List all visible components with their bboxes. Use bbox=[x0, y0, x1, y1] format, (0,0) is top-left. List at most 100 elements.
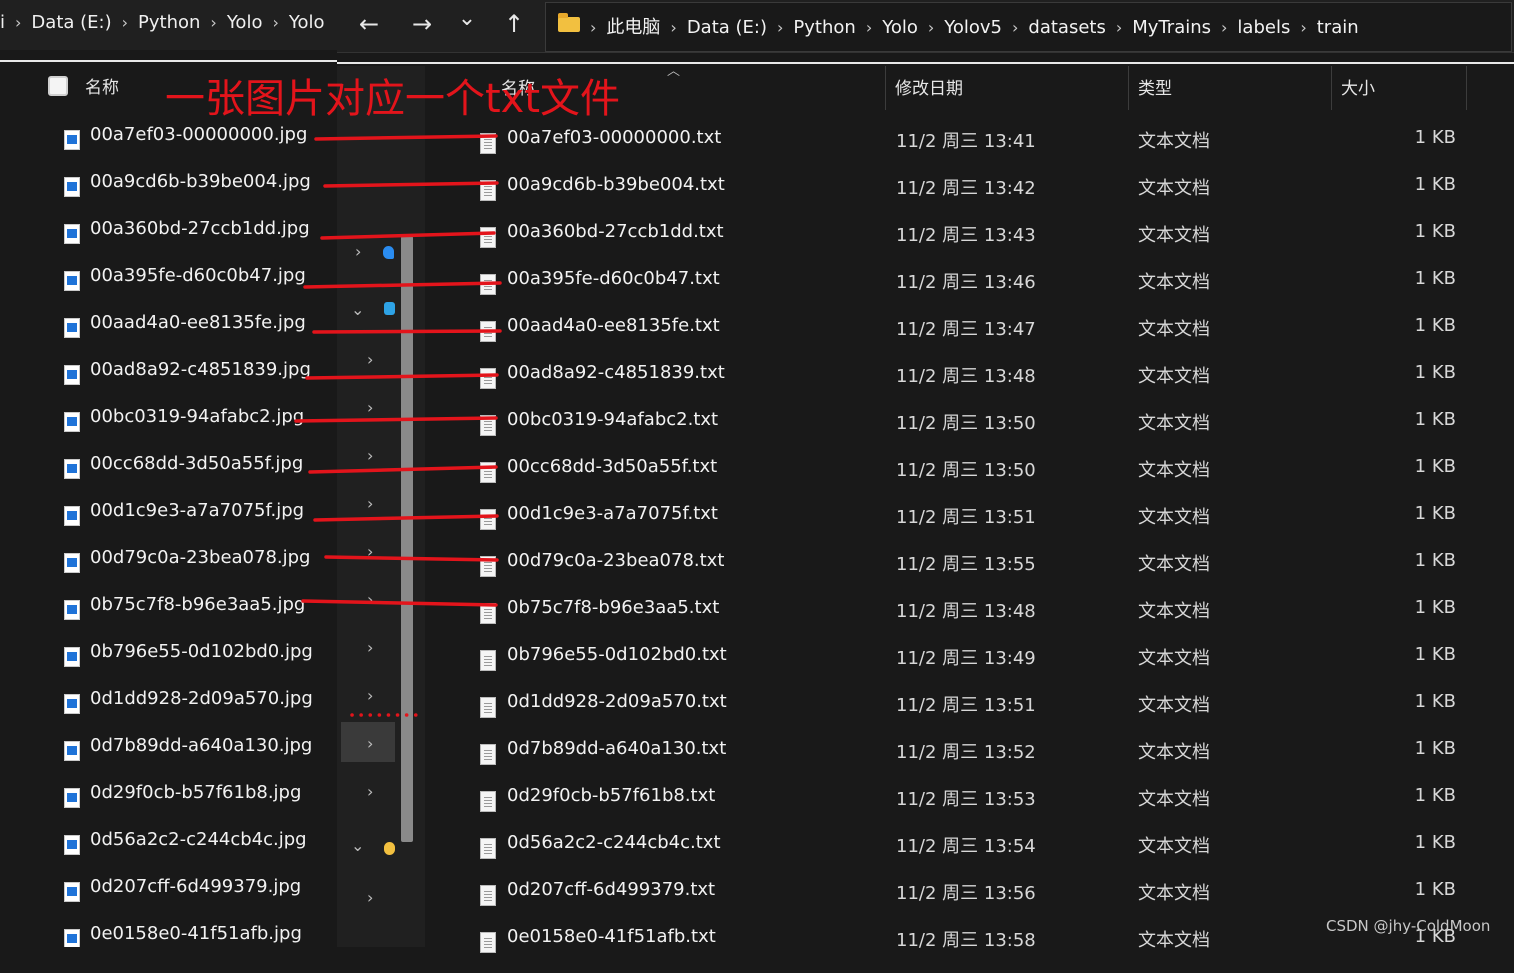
table-row[interactable]: 0d7b89dd-a640a130.txt 11/2 周三 13:52 文本文档 1 … bbox=[426, 738, 1514, 785]
cell-date: 11/2 周三 13:51 bbox=[896, 695, 1036, 716]
column-divider[interactable] bbox=[1466, 66, 1467, 110]
list-item[interactable]: 0b796e55-0d102bd0.jpg bbox=[62, 641, 337, 688]
chevron-down-icon[interactable]: ⌄ bbox=[351, 836, 364, 855]
list-item[interactable]: 0d207cff-6d499379.jpg bbox=[62, 876, 337, 923]
left-crumb[interactable]: Python bbox=[138, 12, 200, 33]
cell-name: 00d1c9e3-a7a7075f.txt bbox=[507, 503, 718, 524]
text-file-icon bbox=[480, 180, 496, 201]
chevron-right-icon[interactable]: › bbox=[367, 494, 373, 513]
chevron-right-icon[interactable]: › bbox=[367, 398, 373, 417]
file-name: 00bc0319-94afabc2.jpg bbox=[90, 406, 305, 427]
list-item[interactable]: 0d56a2c2-c244cb4c.jpg bbox=[62, 829, 337, 876]
chevron-right-icon: › bbox=[865, 18, 873, 37]
left-crumb[interactable]: Yolo bbox=[289, 12, 325, 33]
crumb-yolov5[interactable]: Yolov5 bbox=[944, 17, 1002, 38]
left-crumb[interactable]: i bbox=[0, 12, 5, 33]
table-row[interactable]: 00a7ef03-00000000.txt 11/2 周三 13:41 文本文档 1 … bbox=[426, 127, 1514, 174]
cell-type: 文本文档 bbox=[1138, 883, 1210, 904]
chevron-right-icon[interactable]: › bbox=[367, 888, 373, 907]
left-address-bar[interactable]: i › Data (E:) › Python › Yolo › Yolo bbox=[0, 0, 337, 50]
table-row[interactable]: 00d79c0a-23bea078.txt 11/2 周三 13:55 文本文档 1 … bbox=[426, 550, 1514, 597]
column-header-size[interactable]: 大小 bbox=[1341, 74, 1375, 99]
select-all-checkbox[interactable] bbox=[48, 76, 68, 96]
left-crumb[interactable]: Data (E:) bbox=[31, 12, 111, 33]
table-row[interactable]: 0b796e55-0d102bd0.txt 11/2 周三 13:49 文本文档 1 … bbox=[426, 644, 1514, 691]
list-item[interactable]: 00d79c0a-23bea078.jpg bbox=[62, 547, 337, 594]
forward-button[interactable]: → bbox=[408, 10, 436, 38]
table-row[interactable]: 00a9cd6b-b39be004.txt 11/2 周三 13:42 文本文档 1 … bbox=[426, 174, 1514, 221]
cell-name: 00aad4a0-ee8135fe.txt bbox=[507, 315, 720, 336]
table-row[interactable]: 00a395fe-d60c0b47.txt 11/2 周三 13:46 文本文档 1 … bbox=[426, 268, 1514, 315]
list-item[interactable]: 0e0158e0-41f51afb.jpg bbox=[62, 923, 337, 947]
left-crumb[interactable]: Yolo bbox=[227, 12, 263, 33]
file-name: 00a7ef03-00000000.jpg bbox=[90, 124, 308, 145]
crumb-python[interactable]: Python bbox=[793, 17, 855, 38]
file-name: 0d207cff-6d499379.jpg bbox=[90, 876, 302, 897]
chevron-right-icon[interactable]: › bbox=[367, 782, 373, 801]
chevron-right-icon[interactable]: › bbox=[355, 242, 361, 261]
chevron-right-icon: › bbox=[272, 13, 279, 32]
column-divider[interactable] bbox=[1128, 66, 1129, 110]
chevron-right-icon[interactable]: › bbox=[367, 350, 373, 369]
image-file-icon bbox=[64, 130, 80, 150]
table-row[interactable]: 0d56a2c2-c244cb4c.txt 11/2 周三 13:54 文本文档 1 … bbox=[426, 832, 1514, 879]
crumb-datasets[interactable]: datasets bbox=[1028, 17, 1105, 38]
chevron-right-icon[interactable]: › bbox=[367, 638, 373, 657]
recent-locations-button[interactable]: ⌄ bbox=[453, 6, 481, 31]
table-row[interactable]: 00a360bd-27ccb1dd.txt 11/2 周三 13:43 文本文档 1 … bbox=[426, 221, 1514, 268]
list-item[interactable]: 00a9cd6b-b39be004.jpg bbox=[62, 171, 337, 218]
chevron-right-icon[interactable]: › bbox=[367, 734, 373, 753]
image-file-icon bbox=[64, 271, 80, 291]
list-item[interactable]: 0d7b89dd-a640a130.jpg bbox=[62, 735, 337, 782]
chevron-right-icon[interactable]: › bbox=[367, 590, 373, 609]
cell-type: 文本文档 bbox=[1138, 601, 1210, 622]
list-item[interactable]: 00aad4a0-ee8135fe.jpg bbox=[62, 312, 337, 359]
crumb-train[interactable]: train bbox=[1317, 17, 1359, 38]
table-row[interactable]: 00cc68dd-3d50a55f.txt 11/2 周三 13:50 文本文档 1 … bbox=[426, 456, 1514, 503]
cell-date: 11/2 周三 13:51 bbox=[896, 507, 1036, 528]
list-item[interactable]: 00a395fe-d60c0b47.jpg bbox=[62, 265, 337, 312]
cell-date: 11/2 周三 13:46 bbox=[896, 272, 1036, 293]
list-item[interactable]: 00ad8a92-c4851839.jpg bbox=[62, 359, 337, 406]
file-name: 00d79c0a-23bea078.jpg bbox=[90, 547, 311, 568]
cell-date: 11/2 周三 13:49 bbox=[896, 648, 1036, 669]
column-divider[interactable] bbox=[1331, 66, 1332, 110]
cell-date: 11/2 周三 13:43 bbox=[896, 225, 1036, 246]
column-divider[interactable] bbox=[885, 66, 886, 110]
left-column-header-name[interactable]: 名称 bbox=[85, 73, 119, 98]
navigation-scrollbar[interactable] bbox=[401, 236, 413, 842]
back-button[interactable]: ← bbox=[355, 10, 383, 38]
table-row[interactable]: 00bc0319-94afabc2.txt 11/2 周三 13:50 文本文档 1 … bbox=[426, 409, 1514, 456]
table-row[interactable]: 00ad8a92-c4851839.txt 11/2 周三 13:48 文本文档 1 … bbox=[426, 362, 1514, 409]
crumb-yolo[interactable]: Yolo bbox=[882, 17, 918, 38]
table-row[interactable]: 0d29f0cb-b57f61b8.txt 11/2 周三 13:53 文本文档 1 … bbox=[426, 785, 1514, 832]
chevron-right-icon[interactable]: › bbox=[367, 542, 373, 561]
list-item[interactable]: 00cc68dd-3d50a55f.jpg bbox=[62, 453, 337, 500]
chevron-right-icon[interactable]: › bbox=[367, 446, 373, 465]
list-item[interactable]: 00a360bd-27ccb1dd.jpg bbox=[62, 218, 337, 265]
crumb-this-pc[interactable]: 此电脑 bbox=[606, 13, 660, 39]
column-header-type[interactable]: 类型 bbox=[1138, 74, 1172, 99]
text-file-icon bbox=[480, 556, 496, 577]
list-item[interactable]: 0d1dd928-2d09a570.jpg bbox=[62, 688, 337, 735]
list-item[interactable]: 00d1c9e3-a7a7075f.jpg bbox=[62, 500, 337, 547]
table-row[interactable]: 00aad4a0-ee8135fe.txt 11/2 周三 13:47 文本文档 1 … bbox=[426, 315, 1514, 362]
list-item[interactable]: 00bc0319-94afabc2.jpg bbox=[62, 406, 337, 453]
up-button[interactable]: ↑ bbox=[500, 10, 528, 38]
crumb-labels[interactable]: labels bbox=[1237, 17, 1290, 38]
table-row[interactable]: 0b75c7f8-b96e3aa5.txt 11/2 周三 13:48 文本文档 1 … bbox=[426, 597, 1514, 644]
list-item[interactable]: 00a7ef03-00000000.jpg bbox=[62, 124, 337, 171]
column-header-date[interactable]: 修改日期 bbox=[895, 74, 963, 99]
table-row[interactable]: 0d1dd928-2d09a570.txt 11/2 周三 13:51 文本文档 1 … bbox=[426, 691, 1514, 738]
file-name: 00a9cd6b-b39be004.jpg bbox=[90, 171, 311, 192]
file-name: 0d29f0cb-b57f61b8.jpg bbox=[90, 782, 302, 803]
chevron-right-icon[interactable]: › bbox=[367, 686, 373, 705]
crumb-mytrains[interactable]: MyTrains bbox=[1132, 17, 1211, 38]
chevron-right-icon: › bbox=[210, 13, 217, 32]
cell-size: 1 KB bbox=[1414, 832, 1456, 853]
list-item[interactable]: 0b75c7f8-b96e3aa5.jpg bbox=[62, 594, 337, 641]
list-item[interactable]: 0d29f0cb-b57f61b8.jpg bbox=[62, 782, 337, 829]
crumb-data-drive[interactable]: Data (E:) bbox=[687, 17, 767, 38]
chevron-down-icon[interactable]: ⌄ bbox=[351, 300, 364, 319]
table-row[interactable]: 00d1c9e3-a7a7075f.txt 11/2 周三 13:51 文本文档 1 … bbox=[426, 503, 1514, 550]
